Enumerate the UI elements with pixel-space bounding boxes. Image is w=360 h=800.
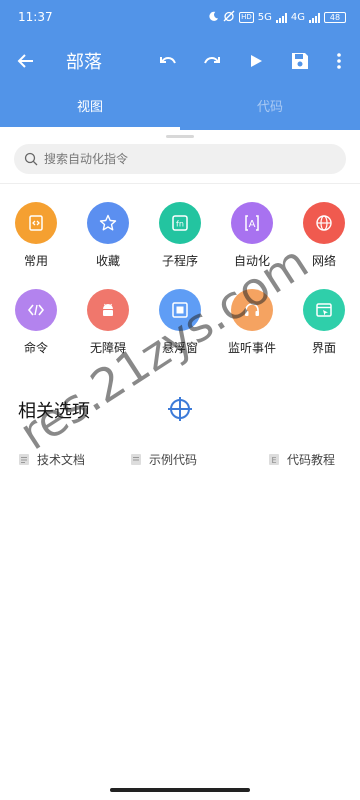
category-interface[interactable]: 界面 [294,289,354,359]
more-vertical-icon[interactable] [327,49,351,73]
function-icon: fn [159,202,201,244]
tab-code[interactable]: 代码 [180,86,360,130]
status-time: 11:37 [18,10,53,24]
network-label-1: 5G [257,12,272,23]
gesture-bar[interactable] [110,788,250,792]
category-label: 子程序 [161,254,198,268]
category-command[interactable]: 命令 [6,289,66,359]
page-title: 部落 [66,52,102,73]
document-icon [19,454,29,465]
category-label: 网络 [311,254,336,268]
tab-view[interactable]: 视图 [0,86,180,130]
category-accessibility[interactable]: 无障碍 [78,289,138,359]
category-automation[interactable]: A 自动化 [222,202,282,272]
headset-icon [231,289,273,331]
category-label: 自动化 [233,254,270,268]
drag-handle[interactable] [166,135,194,138]
category-network[interactable]: 网络 [294,202,354,272]
category-floating-window[interactable]: 悬浮窗 [150,289,210,359]
code-sample-icon [131,454,141,465]
play-icon[interactable] [244,49,268,73]
category-common[interactable]: 常用 [6,202,66,272]
floating-window-icon [159,289,201,331]
search-input[interactable] [44,152,324,166]
category-label: 命令 [23,341,48,355]
status-icons: HD 5G 4G 48 [208,10,346,25]
tab-indicator [0,127,180,130]
code-brackets-icon [15,289,57,331]
window-icon [303,289,345,331]
battery-icon: 48 [324,12,346,23]
signal-icon [275,12,287,23]
related-item-tutorial[interactable]: E 代码教程 [268,451,335,468]
category-label: 收藏 [95,254,120,268]
search-icon [24,152,38,166]
svg-text:E: E [271,456,276,465]
category-listen-events[interactable]: 监听事件 [222,289,282,359]
globe-icon [303,202,345,244]
svg-text:A: A [249,219,256,230]
related-item-docs[interactable]: 技术文档 [18,451,85,468]
status-bar: 11:37 HD 5G 4G 48 [0,0,360,36]
hd-badge: HD [239,12,254,23]
related-item-examples[interactable]: 示例代码 [130,451,197,468]
star-icon [87,202,129,244]
section-title: 相关选项 [18,401,90,422]
auto-a-icon: A [231,202,273,244]
back-arrow-icon[interactable] [14,49,38,73]
category-label: 监听事件 [227,341,276,355]
related-item-label: 技术文档 [37,453,86,467]
signal-icon-2 [309,12,320,23]
category-subroutine[interactable]: fn 子程序 [150,202,210,272]
alarm-off-icon [223,10,235,25]
network-label-2: 4G [290,12,305,23]
search-bar[interactable] [14,144,346,174]
category-favorites[interactable]: 收藏 [78,202,138,272]
related-item-label: 示例代码 [149,453,198,467]
moon-icon [208,11,219,25]
save-icon[interactable] [288,49,312,73]
redo-icon[interactable] [200,49,224,73]
category-label: 界面 [311,341,336,355]
category-label: 无障碍 [89,341,126,355]
category-label: 悬浮窗 [161,341,198,355]
svg-text:fn: fn [176,220,184,229]
code-file-icon [15,202,57,244]
tutorial-icon: E [269,454,279,465]
app-bar: 部落 [0,36,360,86]
android-icon [87,289,129,331]
divider [0,183,360,184]
category-label: 常用 [23,254,48,268]
related-item-label: 代码教程 [287,453,336,467]
crosshair-icon [167,396,193,422]
undo-icon[interactable] [156,49,180,73]
tab-bar: 视图 代码 [0,86,360,130]
